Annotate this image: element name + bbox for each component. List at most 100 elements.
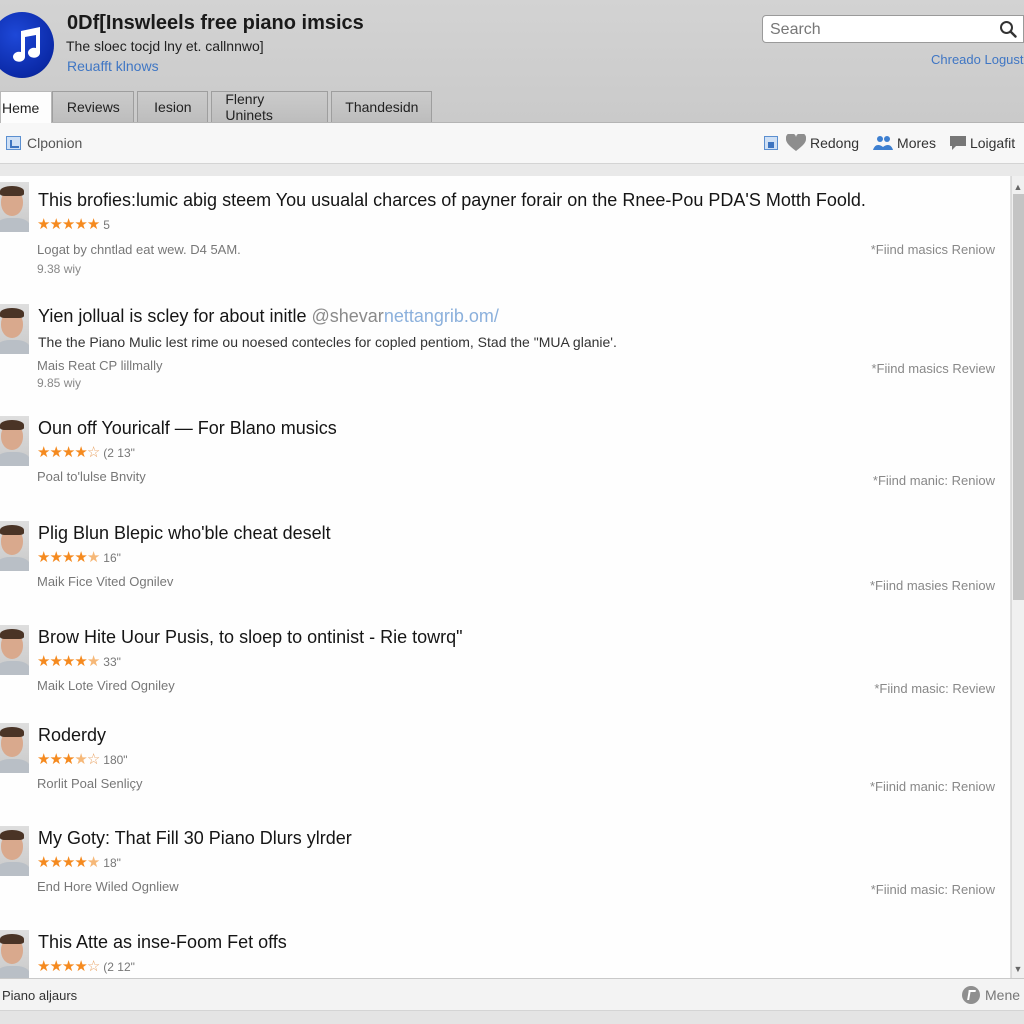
users-icon (873, 136, 894, 150)
find-review-link[interactable]: *Fiind masics Review (871, 361, 995, 376)
rating-count: 16" (103, 550, 121, 565)
vertical-scrollbar[interactable]: ▲ ▼ (1011, 176, 1024, 978)
search-icon[interactable] (999, 20, 1017, 38)
review-meta: Logat by chntlad eat wew. D4 5AM. (37, 242, 241, 257)
star-icon: ☆ (86, 751, 100, 768)
star-rating: ★★★★★ (37, 216, 100, 233)
avatar (0, 182, 29, 232)
star-icon: ★ (49, 751, 62, 768)
star-rating: ★★★★☆ (37, 958, 100, 975)
star-icon: ★ (61, 751, 75, 768)
review-meta: Poal to'lulse Bnvity (37, 469, 146, 484)
star-icon: ★ (61, 444, 75, 461)
find-review-link[interactable]: *Fiind masies Reniow (870, 578, 995, 593)
review-title[interactable]: Brow Hite Uour Pusis, to sloep to ontini… (38, 627, 463, 648)
star-icon: ★ (74, 854, 87, 871)
review-title[interactable]: This brofies:lumic abig steem You usuala… (38, 190, 866, 211)
review-title[interactable]: Yien jollual is scley for about initle @… (38, 306, 499, 327)
account-link[interactable]: Chreado Logust (931, 52, 1024, 67)
avatar (0, 304, 29, 354)
status-text: Piano aljaurs (2, 988, 78, 1003)
find-review-link[interactable]: *Fiinid masic: Reniow (871, 882, 995, 897)
menu-button[interactable]: Mene (962, 986, 1020, 1004)
mores-label: Mores (897, 135, 936, 151)
rating-count: (2 12" (103, 959, 135, 974)
star-icon: ★ (61, 854, 75, 871)
find-review-link[interactable]: *Fiind manic: Reniow (873, 473, 995, 488)
rating: ★★★★☆ 180" (37, 752, 128, 767)
toolbar-actions: Redong Mores Loigafit (764, 134, 1024, 152)
review-handle[interactable]: @shevar (312, 306, 384, 326)
review-title[interactable]: Oun off Youricalf — For Blano musics (38, 418, 337, 439)
tab-friendly-uninets[interactable]: Flenry Uninets (211, 91, 329, 123)
search-box (762, 15, 1024, 43)
star-icon: ☆ (86, 958, 100, 975)
star-icon: ★ (74, 653, 87, 670)
find-review-link[interactable]: *Fiinid manic: Reniow (870, 779, 995, 794)
star-rating: ★★★★☆ (37, 444, 100, 461)
comment-icon (949, 136, 966, 150)
heart-icon (786, 134, 806, 151)
review-meta: Maik Lote Vired Ogniley (37, 678, 175, 693)
rating: ★★★★★ 5 (37, 217, 110, 232)
star-icon: ★ (74, 549, 87, 566)
star-icon: ★ (37, 549, 50, 566)
rating: ★★★★☆ (2 12" (37, 959, 135, 974)
star-icon: ★ (86, 216, 100, 233)
rating: ★★★★★ 16" (37, 550, 121, 565)
tab-thandesidn[interactable]: Thandesidn (331, 91, 433, 122)
app-logo[interactable] (0, 12, 54, 78)
logafit-label: Loigafit (969, 135, 1016, 151)
scroll-down-arrow-icon[interactable]: ▼ (1012, 962, 1024, 976)
star-icon: ★ (61, 958, 75, 975)
rating-count: 18" (103, 855, 121, 870)
star-icon: ★ (49, 653, 62, 670)
star-icon: ★ (49, 216, 62, 233)
opinion-button[interactable]: Clponion (6, 135, 82, 151)
separator (0, 164, 1024, 176)
star-icon: ★ (74, 958, 87, 975)
find-review-link[interactable]: *Fiind masic: Review (874, 681, 995, 696)
app-header: 0Df[Inswleels free piano imsics The sloe… (0, 0, 1024, 124)
rating-count: 180" (103, 752, 128, 767)
review-title[interactable]: Plig Blun Blepic who'ble cheat deselt (38, 523, 331, 544)
main-tabs: Heme Reviews Iesion Flenry Uninets Thand… (0, 91, 435, 124)
tab-reviews[interactable]: Reviews (52, 91, 135, 122)
app-title: 0Df[Inswleels free piano imsics (67, 12, 364, 34)
review-url[interactable]: nettangrib.om/ (384, 306, 499, 326)
redong-button[interactable]: Redong (786, 134, 859, 152)
tab-session[interactable]: Iesion (137, 91, 209, 122)
review-title-text: Yien jollual is scley for about initle (38, 306, 307, 326)
rating: ★★★★☆ (2 13" (37, 445, 135, 460)
status-bar: Piano aljaurs Mene (0, 978, 1024, 1011)
star-icon: ★ (37, 653, 50, 670)
tab-home[interactable]: Heme (0, 91, 53, 124)
rating-count: 33" (103, 654, 121, 669)
menu-label: Mene (985, 987, 1021, 1003)
rating-count: 5 (103, 217, 110, 232)
star-icon: ★ (49, 854, 62, 871)
logafit-button[interactable]: Loigafit (949, 135, 1016, 151)
header-link[interactable]: Reuafft klnows (67, 58, 159, 74)
find-review-link[interactable]: *Fiind masics Reniow (871, 242, 995, 257)
review-time: 9.85 wiy (37, 376, 82, 390)
star-icon: ★ (49, 958, 62, 975)
app-subtitle: The sloec tocjd lny et. callnnwo] (66, 38, 264, 54)
review-meta: End Hore Wiled Ognliew (37, 879, 179, 894)
redong-label: Redong (810, 135, 860, 151)
avatar (0, 826, 29, 876)
star-rating: ★★★★★ (37, 854, 100, 871)
scroll-up-arrow-icon[interactable]: ▲ (1012, 180, 1024, 194)
star-icon: ★ (86, 854, 100, 871)
review-description: The the Piano Mulic lest rime ou noesed … (38, 334, 617, 350)
review-meta: Rorlit Poal Senliçy (37, 776, 143, 791)
star-icon: ★ (37, 958, 50, 975)
review-title[interactable]: This Atte as inse-Foom Fet offs (38, 932, 287, 953)
bookmark-button[interactable] (764, 136, 778, 150)
review-title[interactable]: My Goty: That Fill 30 Piano Dlurs ylrder (38, 828, 352, 849)
avatar (0, 625, 29, 675)
review-title[interactable]: Roderdy (38, 725, 106, 746)
mores-button[interactable]: Mores (873, 135, 936, 151)
search-input[interactable] (770, 19, 990, 41)
scrollbar-thumb[interactable] (1013, 194, 1024, 600)
